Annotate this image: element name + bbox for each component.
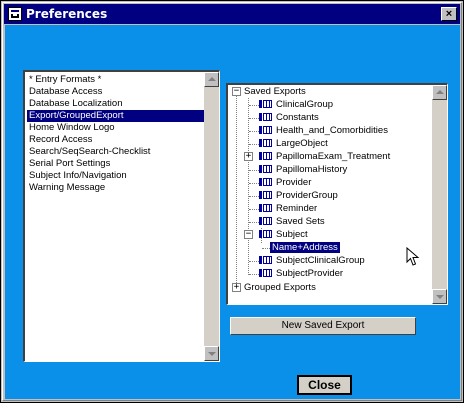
tree-connector	[249, 222, 259, 223]
close-button[interactable]: Close	[297, 375, 352, 395]
list-scrollbar[interactable]	[204, 72, 219, 361]
close-icon[interactable]: ×	[441, 7, 457, 21]
doc-icon	[259, 269, 273, 278]
doc-icon	[259, 217, 273, 226]
tree-node-label: Subject	[276, 229, 308, 240]
tree-node[interactable]: LargeObject	[259, 137, 328, 150]
collapse-icon[interactable]: −	[244, 230, 253, 239]
doc-icon	[259, 204, 273, 213]
tree-node-label: Name+Address	[269, 241, 341, 254]
app-icon[interactable]	[8, 7, 22, 21]
tree-connector	[262, 248, 270, 249]
list-item[interactable]: Record Access	[27, 134, 204, 146]
preference-category-list[interactable]: * Entry Formats * Database Access Databa…	[23, 70, 220, 362]
tree-connector	[236, 96, 237, 283]
doc-icon	[259, 152, 273, 161]
tree-node-selected[interactable]: Name+Address	[269, 241, 341, 254]
tree-node[interactable]: ProviderGroup	[259, 189, 338, 202]
category-items: * Entry Formats * Database Access Databa…	[27, 74, 204, 194]
dialog-body: * Entry Formats * Database Access Databa…	[5, 25, 460, 399]
tree-node-subject[interactable]: Subject	[259, 228, 308, 241]
expand-icon[interactable]: +	[244, 152, 253, 161]
tree-connector	[249, 105, 259, 106]
tree-node-label: Grouped Exports	[244, 282, 316, 293]
tree-node-label: Saved Exports	[244, 86, 306, 97]
tree-node-label: Health_and_Comorbidities	[276, 125, 388, 136]
tree-connector	[249, 196, 259, 197]
tree-connector	[249, 131, 259, 132]
collapse-icon[interactable]: −	[232, 87, 241, 96]
window-title: Preferences	[26, 7, 108, 21]
tree-connector	[249, 118, 259, 119]
tree-scrollbar[interactable]	[432, 85, 447, 304]
tree-node-label: PapillomaHistory	[276, 164, 348, 175]
tree-node-label: SubjectProvider	[276, 268, 344, 279]
tree-node-label: ProviderGroup	[276, 190, 338, 201]
doc-icon	[259, 126, 273, 135]
tree-node-label: PapillomaExam_Treatment	[276, 151, 391, 162]
tree-node-label: LargeObject	[276, 138, 328, 149]
scroll-down-arrow-icon[interactable]	[432, 289, 447, 304]
tree-node-grouped-exports[interactable]: Grouped Exports	[244, 281, 316, 294]
expand-icon[interactable]: +	[232, 283, 241, 292]
tree-connector	[249, 209, 259, 210]
tree-node-saved-exports[interactable]: Saved Exports	[244, 85, 306, 98]
tree-node[interactable]: Constants	[259, 111, 319, 124]
preferences-window: Preferences × * Entry Formats * Database…	[0, 0, 464, 403]
tree-node-label: ClinicalGroup	[276, 99, 334, 110]
tree-node-label: Provider	[276, 177, 312, 188]
tree-connector	[248, 98, 249, 275]
doc-icon	[259, 139, 273, 148]
list-item[interactable]: Database Access	[27, 86, 204, 98]
doc-icon	[259, 165, 273, 174]
tree-node[interactable]: SubjectProvider	[259, 267, 343, 280]
title-bar[interactable]: Preferences ×	[4, 4, 460, 24]
doc-icon	[259, 230, 273, 239]
tree-rows: − Saved Exports ClinicalGroup Constants …	[228, 85, 432, 304]
list-item[interactable]: * Entry Formats *	[27, 74, 204, 86]
tree-node-label: Constants	[276, 112, 319, 123]
tree-connector	[249, 183, 259, 184]
scroll-down-arrow-icon[interactable]	[204, 346, 219, 361]
doc-icon	[259, 191, 273, 200]
doc-icon	[259, 113, 273, 122]
new-saved-export-button[interactable]: New Saved Export	[230, 317, 416, 335]
tree-node[interactable]: Reminder	[259, 202, 317, 215]
tree-node-label: SubjectClinicalGroup	[276, 255, 365, 266]
tree-node[interactable]: Saved Sets	[259, 215, 325, 228]
list-item[interactable]: Database Localization	[27, 98, 204, 110]
doc-icon	[259, 256, 273, 265]
tree-node[interactable]: ClinicalGroup	[259, 98, 333, 111]
tree-node[interactable]: Health_and_Comorbidities	[259, 124, 388, 137]
tree-node-label: Reminder	[276, 203, 318, 214]
tree-node-label: Saved Sets	[276, 216, 325, 227]
scroll-up-arrow-icon[interactable]	[204, 72, 219, 87]
doc-icon	[259, 100, 273, 109]
tree-connector	[249, 170, 259, 171]
list-item[interactable]: Serial Port Settings	[27, 158, 204, 170]
tree-node[interactable]: Provider	[259, 176, 311, 189]
list-item[interactable]: Search/SeqSearch-Checklist	[27, 146, 204, 158]
mouse-pointer-icon	[406, 247, 420, 266]
export-tree[interactable]: − Saved Exports ClinicalGroup Constants …	[226, 83, 448, 305]
tree-node[interactable]: PapillomaExam_Treatment	[259, 150, 390, 163]
scroll-up-arrow-icon[interactable]	[432, 85, 447, 100]
tree-connector	[249, 261, 259, 262]
tree-connector	[249, 274, 259, 275]
list-item[interactable]: Home Window Logo	[27, 122, 204, 134]
list-item[interactable]: Warning Message	[27, 182, 204, 194]
tree-node[interactable]: SubjectClinicalGroup	[259, 254, 365, 267]
list-item-selected[interactable]: Export/GroupedExport	[27, 110, 204, 122]
doc-icon	[259, 178, 273, 187]
tree-connector	[249, 144, 259, 145]
tree-node[interactable]: PapillomaHistory	[259, 163, 347, 176]
list-item[interactable]: Subject Info/Navigation	[27, 170, 204, 182]
